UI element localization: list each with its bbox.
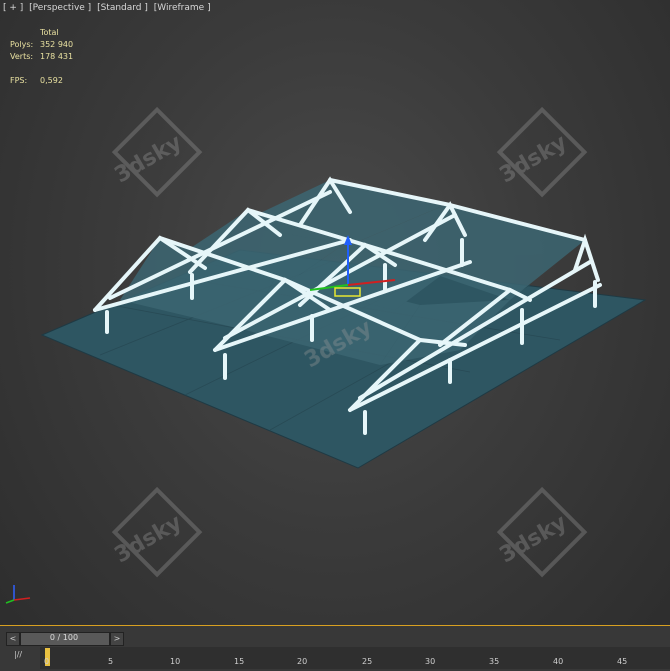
time-slider-text: 0 / 100 [49, 633, 79, 642]
fps-value: 0,592 [40, 76, 63, 85]
viewport-perspective-menu[interactable]: [Perspective ] [29, 3, 91, 13]
fps-label: FPS: [10, 76, 28, 85]
time-prev-button[interactable]: < [6, 632, 20, 646]
watermark-text-5: 3dsky [496, 510, 572, 568]
tick-label: 25 [362, 657, 373, 666]
tick-label: 40 [553, 657, 564, 666]
tick-label: 15 [234, 657, 245, 666]
polys-label: Polys: [10, 40, 34, 49]
verts-value: 178 431 [40, 52, 74, 61]
timeline-track[interactable] [40, 647, 670, 669]
viewport-label-menu[interactable]: [ + ] [Perspective ] [Standard ] [Wirefr… [3, 3, 214, 13]
viewport-wireframe-menu[interactable]: [Wireframe ] [154, 3, 211, 13]
scene-render: 3dsky 3dsky 3dsky 3dsky 3dsky [5, 106, 647, 604]
time-next-button[interactable]: > [110, 632, 124, 646]
tick-label: 5 [108, 657, 114, 666]
watermark-text-4: 3dsky [111, 510, 187, 568]
axis-tripod-icon [5, 585, 31, 604]
timeline-mode-icon[interactable]: |// [14, 650, 22, 659]
viewport-standard-menu[interactable]: [Standard ] [97, 3, 148, 13]
tick-label: 30 [425, 657, 436, 666]
viewport-plus-menu[interactable]: [ + ] [3, 3, 23, 13]
tick-label: 10 [170, 657, 181, 666]
watermark-text-2: 3dsky [496, 130, 572, 188]
watermark-text-1: 3dsky [111, 130, 187, 188]
scene-statistics: Total Polys: 352 940 Verts: 178 431 FPS: 0,… [10, 27, 73, 87]
timeline: < 0 / 100 > |// 0 5 10 15 20 25 30 35 40… [0, 625, 670, 671]
tick-label: 0 [44, 657, 50, 666]
tick-label: 20 [297, 657, 308, 666]
tick-label: 45 [617, 657, 628, 666]
stats-header: Total [40, 28, 59, 37]
polys-value: 352 940 [40, 40, 74, 49]
viewport-perspective[interactable]: 3dsky 3dsky 3dsky 3dsky 3dsky [0, 0, 670, 625]
verts-label: Verts: [10, 52, 34, 61]
tick-label: 35 [489, 657, 500, 666]
